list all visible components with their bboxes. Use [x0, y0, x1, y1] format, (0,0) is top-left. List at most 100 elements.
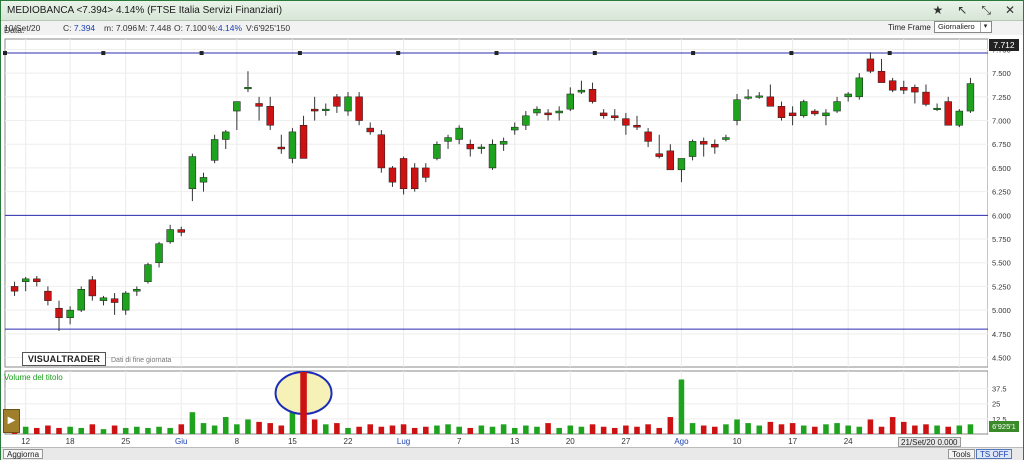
candle-body: [322, 108, 330, 111]
volume-bar: [934, 425, 940, 434]
arrow-icon[interactable]: ↖: [957, 3, 967, 18]
volume-bar: [411, 427, 418, 434]
volume-bar: [634, 426, 640, 434]
cursor-readout: 21/Set/20 0.000: [898, 437, 961, 447]
chevron-down-icon[interactable]: ▾: [980, 22, 990, 32]
volume-bar: [712, 426, 718, 434]
x-tick-label: 22: [344, 437, 353, 446]
price-chart[interactable]: 7.7507.5007.2507.0006.7506.5006.2506.000…: [1, 37, 1023, 447]
volume-bar: [878, 426, 885, 434]
min-value: 7.096: [115, 23, 138, 33]
timeframe-select[interactable]: Giornaliero ▾: [934, 21, 992, 33]
candle-body: [733, 99, 741, 121]
candle-body: [788, 112, 797, 117]
candle-body: [511, 126, 519, 131]
candle-body: [966, 83, 975, 112]
candle-body: [588, 88, 597, 102]
volume-bar: [378, 426, 385, 434]
volume-bar: [656, 427, 663, 434]
open-label: O:: [174, 23, 183, 33]
candle-body: [766, 96, 775, 107]
candle-body: [144, 264, 152, 282]
candle-body: [166, 229, 174, 243]
volume-bar: [867, 419, 874, 434]
tools-button[interactable]: Tools: [948, 449, 975, 459]
candle-body: [33, 278, 41, 282]
volume-bar: [189, 412, 196, 434]
price-tick-label: 6.250: [992, 188, 1011, 197]
candle-body: [622, 118, 630, 126]
volume-bar: [89, 424, 96, 434]
x-tick-label: 20: [566, 437, 575, 446]
candle-body: [110, 298, 119, 303]
candle-body: [277, 146, 286, 150]
line-handle: [396, 51, 401, 56]
candle-body: [210, 139, 219, 161]
resize-icon[interactable]: ⤡: [981, 3, 991, 18]
volume-bar: [100, 429, 107, 434]
candle-body: [244, 87, 252, 90]
ts-off-button[interactable]: TS OFF: [976, 449, 1013, 459]
candle-body: [577, 89, 586, 93]
candle-body: [466, 143, 474, 150]
x-tick-label: 13: [510, 437, 519, 446]
candle-body: [344, 96, 352, 112]
volume-bar-highlight: [300, 372, 307, 434]
candle-body: [722, 137, 730, 140]
x-tick-label: 10: [733, 437, 742, 446]
candle-body: [566, 93, 575, 110]
candle-body: [611, 115, 619, 118]
candle-body: [499, 141, 508, 145]
candle-body: [599, 112, 608, 117]
logo: VISUALTRADER: [22, 352, 106, 366]
candle-body: [933, 107, 941, 110]
volume-bar: [122, 427, 129, 434]
volume-bar: [322, 424, 329, 434]
volume-bar: [545, 423, 551, 434]
volume-bar: [834, 423, 840, 434]
candle-body: [811, 110, 819, 115]
volume-bar: [456, 426, 462, 434]
scroll-left-button[interactable]: ▶: [3, 409, 20, 433]
data-source-note: Dati di fine giornata: [111, 357, 172, 364]
volume-bar: [623, 425, 629, 434]
candle-body: [488, 143, 497, 169]
volume-bar: [534, 426, 540, 434]
timeframe-label: Time Frame: [888, 23, 931, 32]
volume-bar: [778, 424, 785, 434]
candle-body: [155, 243, 163, 263]
close-icon[interactable]: ✕: [1005, 3, 1015, 18]
candle-body: [866, 58, 875, 72]
candle-body: [911, 87, 919, 93]
volume-bar: [478, 425, 485, 434]
volume-bar: [389, 425, 396, 434]
candle-body: [755, 95, 763, 98]
candle-body: [544, 112, 552, 116]
volume-bar: [334, 423, 340, 434]
volume-bar: [856, 426, 863, 434]
candle-body: [377, 134, 386, 169]
volume-bar: [434, 425, 440, 434]
candle-body: [533, 108, 541, 114]
candle-body: [44, 290, 52, 301]
volume-bar: [678, 379, 685, 434]
volume-bar: [600, 426, 607, 434]
candle-body: [477, 146, 486, 149]
candle-body: [55, 307, 63, 318]
candle-body: [255, 103, 263, 107]
volume-bar: [467, 427, 474, 434]
volume-bar: [178, 424, 185, 434]
refresh-button[interactable]: Aggiorna: [3, 449, 44, 459]
price-tick-label: 5.250: [992, 282, 1011, 291]
x-tick-label: 24: [844, 437, 853, 446]
candle-body: [922, 91, 930, 105]
price-tick-label: 5.500: [992, 259, 1011, 268]
volume-bar: [723, 424, 729, 434]
candle-body: [366, 127, 374, 133]
volume-bar: [823, 424, 829, 434]
volume-bar: [578, 426, 585, 434]
star-icon[interactable]: ★: [933, 3, 944, 18]
line-handle: [789, 51, 794, 56]
candle-body: [855, 77, 863, 98]
candle-body: [844, 93, 852, 98]
